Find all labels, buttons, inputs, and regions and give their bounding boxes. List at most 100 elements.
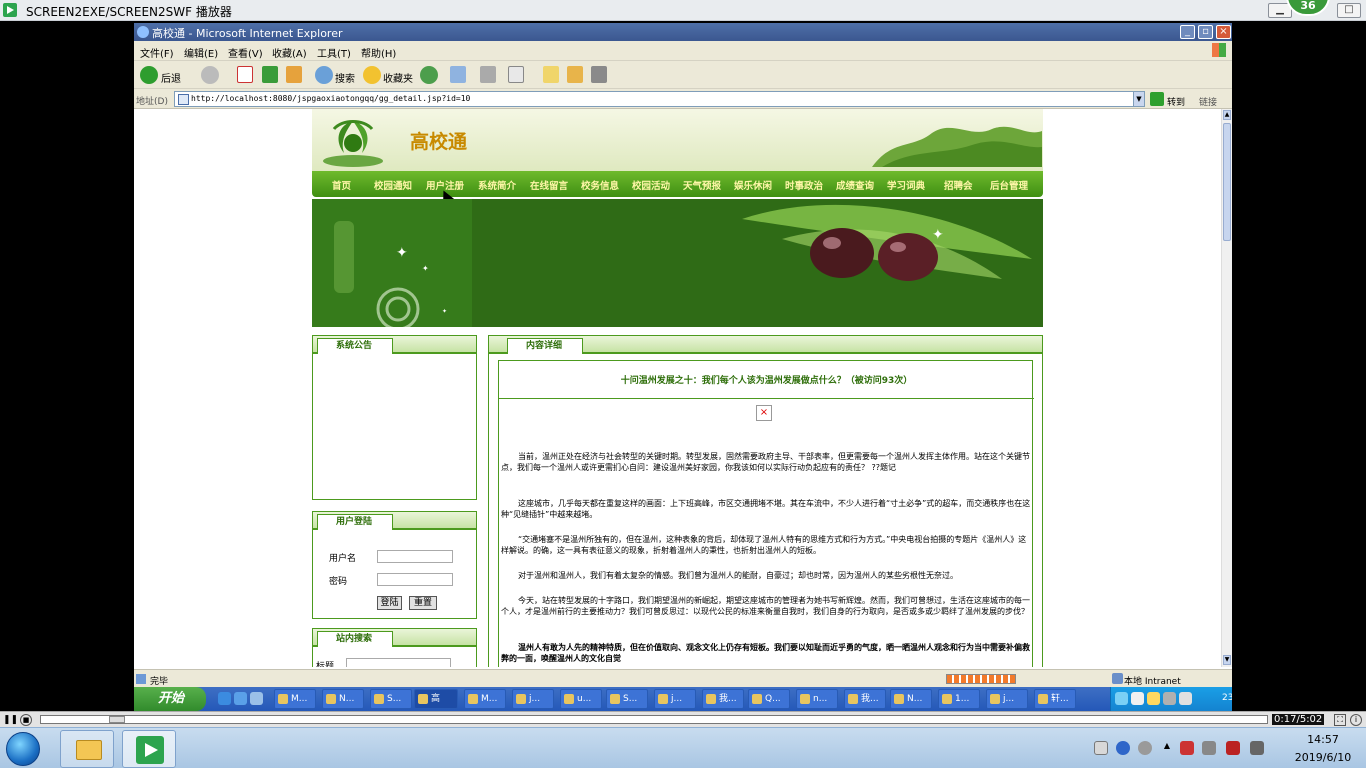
go-button[interactable]: 转到 (1167, 95, 1185, 108)
taskbar-task[interactable]: S... (606, 689, 648, 709)
password-input[interactable] (377, 573, 453, 586)
tray-icon[interactable] (1147, 692, 1160, 705)
reset-button[interactable]: 重置 (409, 596, 437, 610)
xp-start-button[interactable]: 开始 (134, 687, 206, 711)
search-title-input[interactable] (346, 658, 451, 667)
address-dropdown-button[interactable]: ▼ (1133, 91, 1145, 107)
pause-icon[interactable]: ❚❚ (3, 714, 18, 726)
playback-slider[interactable] (40, 715, 1268, 724)
search-label[interactable]: 搜索 (335, 70, 355, 85)
home-icon[interactable] (286, 66, 302, 83)
taskbar-task[interactable]: j... (654, 689, 696, 709)
settings-icon[interactable] (1138, 741, 1152, 755)
tray-icon[interactable] (1115, 692, 1128, 705)
notification-badge[interactable]: 36 (1286, 0, 1330, 16)
note-icon[interactable] (543, 66, 559, 83)
tray-expand-icon[interactable]: ▲ (1160, 741, 1174, 755)
favorites-star-icon[interactable] (363, 66, 381, 84)
taskbar-task[interactable]: 轩... (1034, 689, 1076, 709)
ie-minimize-button[interactable]: _ (1180, 25, 1195, 39)
tray-icon[interactable] (1163, 692, 1176, 705)
help-icon[interactable] (1116, 741, 1130, 755)
signal-icon[interactable] (1250, 741, 1264, 755)
taskbar-task[interactable]: 我... (844, 689, 886, 709)
taskbar-task[interactable]: M... (464, 689, 506, 709)
nav-weather[interactable]: 天气预报 (683, 178, 721, 192)
back-arrow-icon[interactable] (140, 66, 158, 84)
security-icon[interactable] (1180, 741, 1194, 755)
search-icon[interactable] (315, 66, 333, 84)
nav-home[interactable]: 首页 (332, 178, 351, 192)
stop-icon[interactable] (237, 66, 253, 83)
menu-tools[interactable]: 工具(T) (317, 45, 351, 60)
desktop-quicklaunch-icon[interactable] (250, 692, 263, 705)
mail-icon[interactable] (450, 66, 466, 83)
keyboard-icon[interactable] (1094, 741, 1108, 755)
menu-help[interactable]: 帮助(H) (361, 45, 396, 60)
taskbar-task[interactable]: j... (512, 689, 554, 709)
forward-arrow-icon[interactable] (201, 66, 219, 84)
nav-school-affairs[interactable]: 校务信息 (581, 178, 619, 192)
network-error-icon[interactable] (1226, 741, 1240, 755)
menu-view[interactable]: 查看(V) (228, 45, 263, 60)
folder-icon[interactable] (567, 66, 583, 83)
stop-icon[interactable]: ■ (20, 714, 32, 726)
scroll-thumb[interactable] (1223, 123, 1231, 241)
history-icon[interactable] (420, 66, 438, 84)
nav-grades[interactable]: 成绩查询 (836, 178, 874, 192)
ie-close-button[interactable]: × (1216, 25, 1231, 39)
menu-edit[interactable]: 编辑(E) (184, 45, 218, 60)
refresh-icon[interactable] (262, 66, 278, 83)
go-arrow-icon[interactable] (1150, 92, 1164, 106)
taskbar-explorer-button[interactable] (60, 730, 114, 768)
print-icon[interactable] (480, 66, 496, 83)
tray-icon[interactable] (1179, 692, 1192, 705)
ie-quicklaunch-icon[interactable] (218, 692, 231, 705)
nav-entertainment[interactable]: 娱乐休闲 (734, 178, 772, 192)
taskbar-task[interactable]: M... (274, 689, 316, 709)
login-button[interactable]: 登陆 (377, 596, 402, 610)
nav-job-fair[interactable]: 招聘会 (944, 178, 973, 192)
favorites-label[interactable]: 收藏夹 (383, 70, 413, 85)
links-button[interactable]: 链接 (1199, 95, 1217, 108)
maximize-button[interactable]: □ (1337, 3, 1361, 18)
menu-favorites[interactable]: 收藏(A) (272, 45, 307, 60)
back-label[interactable]: 后退 (161, 70, 181, 85)
menu-file[interactable]: 文件(F) (140, 45, 174, 60)
volume-icon[interactable] (1202, 741, 1216, 755)
info-icon[interactable]: i (1350, 714, 1362, 726)
taskbar-task[interactable]: u... (560, 689, 602, 709)
taskbar-task[interactable]: N... (890, 689, 932, 709)
clock-time[interactable]: 14:57 (1290, 733, 1356, 746)
tools-icon[interactable] (591, 66, 607, 83)
taskbar-task[interactable]: N... (322, 689, 364, 709)
tray-icon[interactable] (1131, 692, 1144, 705)
playback-slider-thumb[interactable] (109, 716, 125, 723)
address-url[interactable]: http://localhost:8080/jspgaoxiaotongqq/g… (191, 94, 470, 103)
scroll-down-icon[interactable]: ▼ (1223, 655, 1231, 665)
nav-dictionary[interactable]: 学习词典 (887, 178, 925, 192)
scroll-up-icon[interactable]: ▲ (1223, 110, 1231, 120)
taskbar-task[interactable]: j... (986, 689, 1028, 709)
clock-date[interactable]: 2019/6/10 (1290, 751, 1356, 764)
fullscreen-icon[interactable]: ⛶ (1334, 714, 1346, 726)
address-input[interactable]: http://localhost:8080/jspgaoxiaotongqq/g… (174, 91, 1136, 107)
ie-restore-button[interactable]: ▫ (1198, 25, 1213, 39)
page-scrollbar[interactable]: ▲ ▼ (1221, 109, 1232, 667)
nav-campus-activity[interactable]: 校园活动 (632, 178, 670, 192)
taskbar-task[interactable]: 1... (938, 689, 980, 709)
ie-quicklaunch-icon[interactable] (234, 692, 247, 705)
nav-campus-notice[interactable]: 校园通知 (374, 178, 412, 192)
nav-system-intro[interactable]: 系统简介 (478, 178, 516, 192)
taskbar-task[interactable]: 我... (702, 689, 744, 709)
nav-online-message[interactable]: 在线留言 (530, 178, 568, 192)
taskbar-task[interactable]: S... (370, 689, 412, 709)
nav-politics[interactable]: 时事政治 (785, 178, 823, 192)
username-input[interactable] (377, 550, 453, 563)
taskbar-task[interactable]: n... (796, 689, 838, 709)
windows-start-orb-icon[interactable] (6, 732, 40, 766)
nav-admin[interactable]: 后台管理 (990, 178, 1028, 192)
edit-icon[interactable] (508, 66, 524, 83)
taskbar-task-active[interactable]: 高 (414, 689, 458, 709)
taskbar-task[interactable]: Q... (748, 689, 790, 709)
